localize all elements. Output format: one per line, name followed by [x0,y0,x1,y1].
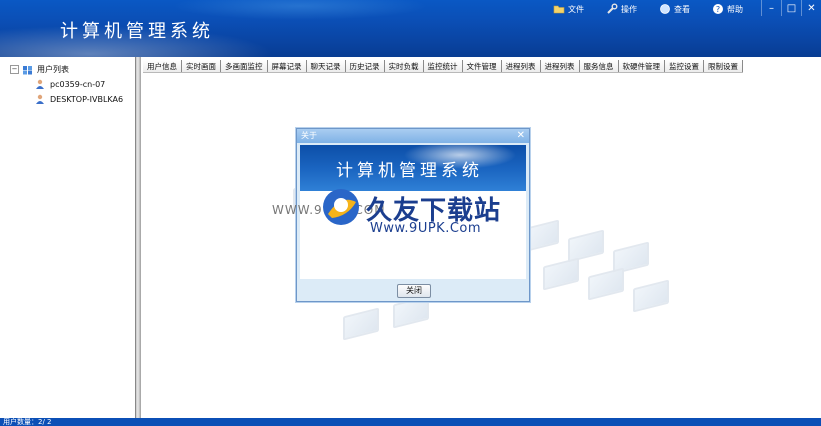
close-button[interactable]: ✕ [801,0,821,16]
tab-multi-screen[interactable]: 多画面监控 [221,60,268,72]
user-list-icon [23,65,32,74]
computer-watermark [633,279,669,313]
window-controls: – □ ✕ [761,0,821,16]
dialog-banner-title: 计算机管理系统 [336,161,483,181]
tab-monitor-stats[interactable]: 监控统计 [423,60,463,72]
brand-logo-icon [323,189,359,225]
tab-process-list[interactable]: 进程列表 [501,60,541,72]
tree-node-pc[interactable]: pc0359-cn-07 [34,79,105,89]
tree-root[interactable]: − 用户列表 [10,64,69,75]
tab-file-manager[interactable]: 文件管理 [462,60,502,72]
tab-realtime-screen[interactable]: 实时画面 [182,60,221,72]
help-icon: ? [713,4,723,14]
panel-splitter[interactable] [135,57,141,418]
wrench-icon [607,3,618,14]
menu-file-label: 文件 [568,4,584,14]
tab-user-info[interactable]: 用户信息 [143,60,182,72]
tab-hw-sw-manager[interactable]: 软硬件管理 [618,60,665,72]
dialog-banner: 计算机管理系统 [300,145,526,191]
maximize-button[interactable]: □ [781,0,801,16]
top-menu: 文件 操作 查看 ? 帮助 [553,3,743,15]
tree-node-label: DESKTOP-IVBLKA6 [50,94,124,104]
tree-node-label: pc0359-cn-07 [50,79,106,89]
svg-text:?: ? [716,5,720,14]
menu-help[interactable]: ? 帮助 [712,3,743,15]
dialog-title-bar: 关于 ✕ [297,129,529,143]
tab-history[interactable]: 历史记录 [345,60,385,72]
watermark-url: Www.9UPK.Com [370,221,482,236]
computer-watermark [543,257,579,291]
tab-process-list-2[interactable]: 进程列表 [540,60,580,72]
computer-watermark [588,267,624,301]
status-bar: 用户数量：2/ 2 [0,418,821,426]
close-dialog-button[interactable]: 关闭 [397,284,431,298]
menu-file[interactable]: 文件 [553,3,584,15]
tree-root-label: 用户列表 [37,65,69,74]
collapse-toggle[interactable]: − [10,65,19,74]
tab-service-info[interactable]: 服务信息 [579,60,619,72]
tab-screen-record[interactable]: 屏幕记录 [267,60,307,72]
tab-realtime-load[interactable]: 实时负载 [384,60,424,72]
dialog-close-icon[interactable]: ✕ [517,129,525,143]
computer-watermark [343,307,379,341]
user-tree-panel: − 用户列表 pc0359-cn-07 DESKTOP-IVBLKA6 [4,60,135,416]
dialog-title: 关于 [301,131,317,140]
user-icon [36,79,44,89]
function-tabs: 用户信息 实时画面 多画面监控 屏幕记录 聊天记录 历史记录 实时负载 监控统计… [143,60,743,73]
view-icon [660,4,670,14]
menu-view[interactable]: 查看 [659,3,690,15]
menu-view-label: 查看 [674,4,690,14]
tab-monitor-settings[interactable]: 监控设置 [665,60,704,72]
title-bar: 计算机管理系统 文件 操作 查看 ? 帮助 – □ ✕ [0,0,821,57]
tab-restriction-settings[interactable]: 限制设置 [704,60,743,72]
user-count-status: 用户数量：2/ 2 [3,418,52,426]
user-icon [36,94,44,104]
menu-operate-label: 操作 [621,4,637,14]
tree-node-desktop[interactable]: DESKTOP-IVBLKA6 [34,94,123,104]
dialog-footer: 关闭 [297,281,529,301]
minimize-button[interactable]: – [761,0,781,16]
menu-operate[interactable]: 操作 [606,3,637,15]
folder-icon [553,5,565,14]
computer-watermark [568,229,604,263]
menu-help-label: 帮助 [727,4,743,14]
app-title: 计算机管理系统 [60,21,214,42]
tab-chat-record[interactable]: 聊天记录 [306,60,346,72]
